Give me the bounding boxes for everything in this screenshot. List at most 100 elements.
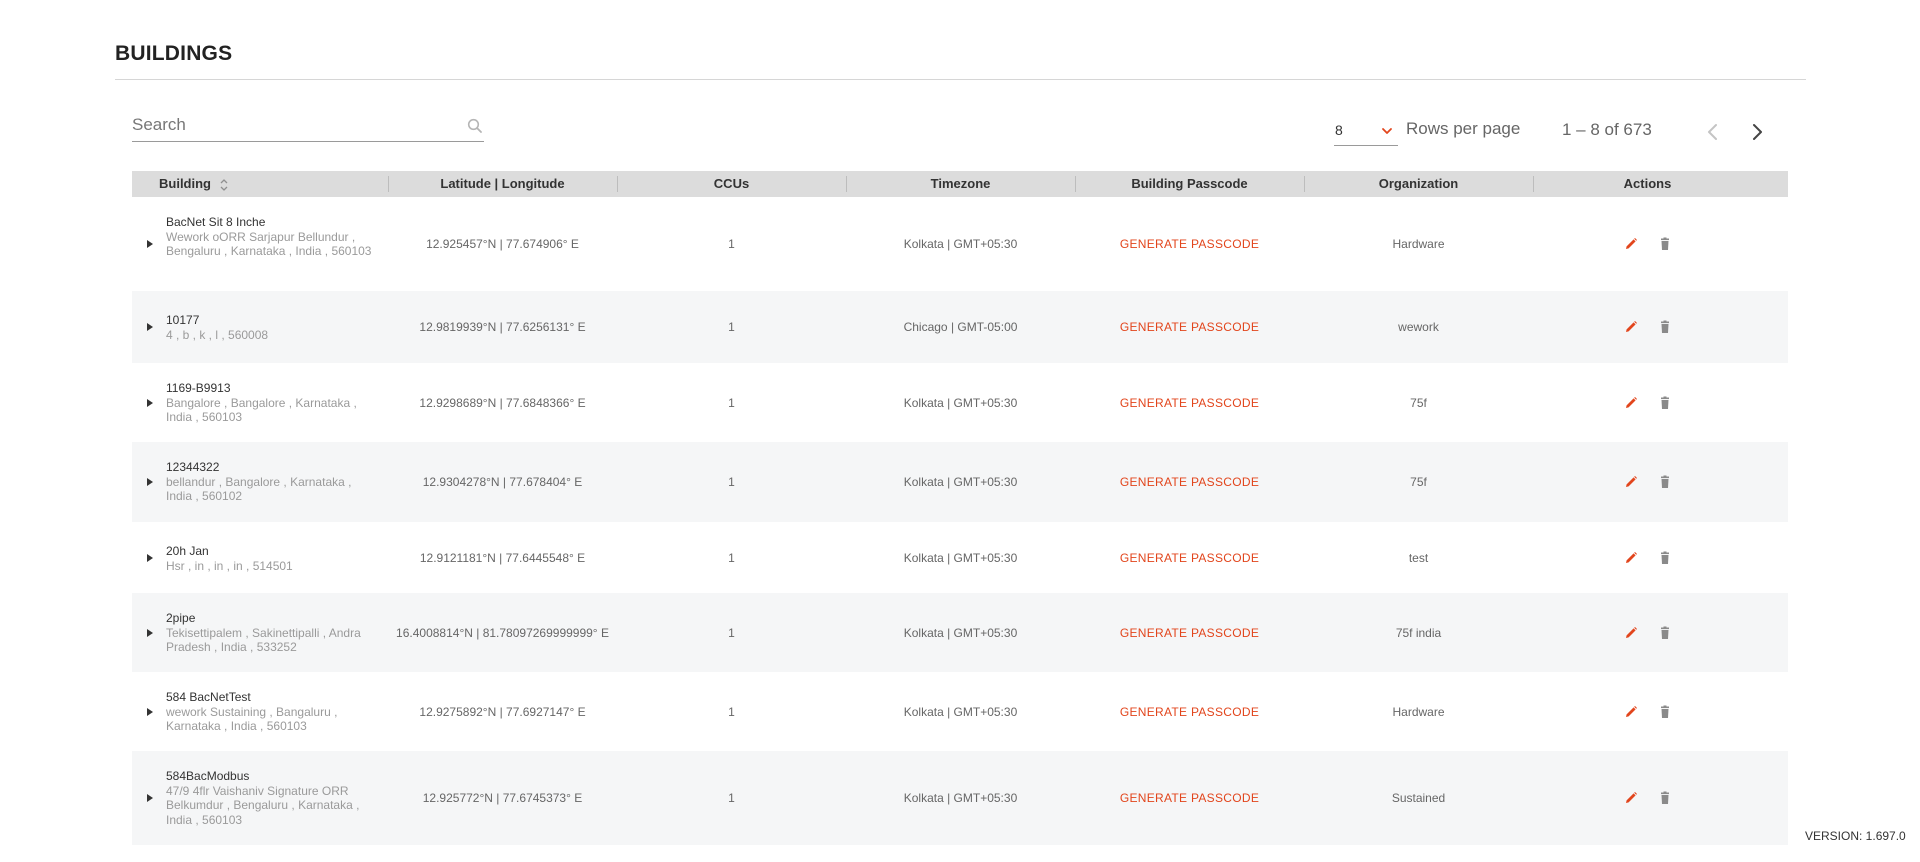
chevron-down-icon <box>1382 128 1392 134</box>
delete-icon[interactable] <box>1658 237 1672 251</box>
actions-cell <box>1533 672 1762 751</box>
generate-passcode-button[interactable]: GENERATE PASSCODE <box>1120 237 1259 251</box>
organization-cell: 75f <box>1410 395 1427 410</box>
column-header-ccus: CCUs <box>713 176 750 191</box>
timezone-cell: Kolkata | GMT+05:30 <box>903 625 1018 640</box>
edit-icon[interactable] <box>1624 396 1638 410</box>
delete-icon[interactable] <box>1658 791 1672 805</box>
table-row: 10177 4 , b , k , l , 560008 12.9819939°… <box>132 291 1788 363</box>
building-address: bellandur , Bangalore , Karnataka , Indi… <box>166 474 352 504</box>
sort-icon[interactable] <box>219 178 229 192</box>
column-header-timezone: Timezone <box>930 176 991 191</box>
title-divider <box>115 79 1806 80</box>
ccus-cell: 1 <box>728 475 735 489</box>
edit-icon[interactable] <box>1624 705 1638 719</box>
delete-icon[interactable] <box>1658 396 1672 410</box>
edit-icon[interactable] <box>1624 626 1638 640</box>
pagination-range: 1 – 8 of 673 <box>1562 120 1652 139</box>
latlng-cell: 12.9121181°N | 77.6445548° E <box>419 550 586 565</box>
column-header-latlng: Latitude | Longitude <box>440 176 565 191</box>
passcode-cell: GENERATE PASSCODE <box>1075 593 1304 672</box>
passcode-cell: GENERATE PASSCODE <box>1075 672 1304 751</box>
expand-row-icon[interactable] <box>146 553 154 563</box>
generate-passcode-button[interactable]: GENERATE PASSCODE <box>1120 705 1259 719</box>
latlng-cell: 12.9298689°N | 77.6848366° E <box>419 395 586 410</box>
passcode-cell: GENERATE PASSCODE <box>1075 522 1304 593</box>
building-cell: 10177 4 , b , k , l , 560008 <box>166 313 376 342</box>
building-name[interactable]: 20h Jan <box>166 544 376 559</box>
expand-row-icon[interactable] <box>146 707 154 717</box>
table-header: Building Latitude | Longitude CCUs Timez… <box>132 171 1788 197</box>
previous-page-button[interactable] <box>1701 119 1725 145</box>
building-address: Wework oORR Sarjapur Bellundur , Bengalu… <box>166 229 372 259</box>
rows-per-page-value: 8 <box>1335 122 1343 138</box>
column-header-actions: Actions <box>1623 176 1672 191</box>
passcode-cell: GENERATE PASSCODE <box>1075 751 1304 845</box>
timezone-cell: Kolkata | GMT+05:30 <box>903 550 1018 565</box>
building-address: Hsr , in , in , in , 514501 <box>166 558 293 573</box>
search-bar <box>132 111 484 142</box>
table-row: 1169-B9913 Bangalore , Bangalore , Karna… <box>132 363 1788 442</box>
table-row: 12344322 bellandur , Bangalore , Karnata… <box>132 442 1788 522</box>
edit-icon[interactable] <box>1624 791 1638 805</box>
delete-icon[interactable] <box>1658 626 1672 640</box>
building-name[interactable]: 584 BacNetTest <box>166 690 376 705</box>
generate-passcode-button[interactable]: GENERATE PASSCODE <box>1120 475 1259 489</box>
edit-icon[interactable] <box>1624 475 1638 489</box>
building-address: Bangalore , Bangalore , Karnataka , Indi… <box>166 395 357 425</box>
generate-passcode-button[interactable]: GENERATE PASSCODE <box>1120 320 1259 334</box>
building-cell: 584BacModbus 47/9 4flr Vaishaniv Signatu… <box>166 769 376 827</box>
timezone-cell: Kolkata | GMT+05:30 <box>903 237 1018 251</box>
building-name[interactable]: BacNet Sit 8 Inche <box>166 215 376 230</box>
building-address: Tekisettipalem , Sakinettipalli , Andra … <box>166 625 361 655</box>
search-input[interactable] <box>132 111 452 139</box>
passcode-cell: GENERATE PASSCODE <box>1075 363 1304 442</box>
expand-row-icon[interactable] <box>146 477 154 487</box>
expand-row-icon[interactable] <box>146 322 154 332</box>
rows-per-page-select[interactable]: 8 <box>1334 118 1398 146</box>
edit-icon[interactable] <box>1624 237 1638 251</box>
expand-row-icon[interactable] <box>146 239 154 249</box>
search-icon[interactable] <box>466 117 484 135</box>
actions-cell <box>1533 751 1762 845</box>
edit-icon[interactable] <box>1624 320 1638 334</box>
generate-passcode-button[interactable]: GENERATE PASSCODE <box>1120 551 1259 565</box>
table-row: BacNet Sit 8 Inche Wework oORR Sarjapur … <box>132 197 1788 291</box>
delete-icon[interactable] <box>1658 705 1672 719</box>
expand-row-icon[interactable] <box>146 793 154 803</box>
delete-icon[interactable] <box>1658 475 1672 489</box>
actions-cell <box>1533 291 1762 363</box>
column-header-building[interactable]: Building <box>132 171 362 197</box>
delete-icon[interactable] <box>1658 551 1672 565</box>
table-row: 20h Jan Hsr , in , in , in , 514501 12.9… <box>132 522 1788 593</box>
expand-row-icon[interactable] <box>146 398 154 408</box>
buildings-table: Building Latitude | Longitude CCUs Timez… <box>132 171 1788 845</box>
building-name[interactable]: 584BacModbus <box>166 769 376 784</box>
building-name[interactable]: 12344322 <box>166 460 376 475</box>
organization-cell: Sustained <box>1391 791 1446 805</box>
passcode-cell: GENERATE PASSCODE <box>1075 197 1304 291</box>
actions-cell <box>1533 363 1762 442</box>
latlng-cell: 12.9819939°N | 77.6256131° E <box>419 320 586 334</box>
building-name[interactable]: 10177 <box>166 313 376 328</box>
ccus-cell: 1 <box>728 395 735 410</box>
table-row: 584BacModbus 47/9 4flr Vaishaniv Signatu… <box>132 751 1788 845</box>
building-name[interactable]: 2pipe <box>166 611 376 626</box>
generate-passcode-button[interactable]: GENERATE PASSCODE <box>1120 791 1259 805</box>
expand-row-icon[interactable] <box>146 628 154 638</box>
actions-cell <box>1533 442 1762 522</box>
actions-cell <box>1533 522 1762 593</box>
building-name[interactable]: 1169-B9913 <box>166 381 376 396</box>
ccus-cell: 1 <box>728 320 735 334</box>
column-header-label: Building <box>159 176 211 191</box>
column-header-passcode: Building Passcode <box>1131 176 1248 191</box>
next-page-button[interactable] <box>1745 119 1769 145</box>
generate-passcode-button[interactable]: GENERATE PASSCODE <box>1120 626 1259 640</box>
edit-icon[interactable] <box>1624 551 1638 565</box>
building-cell: 12344322 bellandur , Bangalore , Karnata… <box>166 460 376 504</box>
delete-icon[interactable] <box>1658 320 1672 334</box>
ccus-cell: 1 <box>728 237 735 251</box>
building-cell: 584 BacNetTest wework Sustaining , Banga… <box>166 690 376 734</box>
generate-passcode-button[interactable]: GENERATE PASSCODE <box>1120 396 1259 410</box>
organization-cell: Hardware <box>1392 237 1445 251</box>
